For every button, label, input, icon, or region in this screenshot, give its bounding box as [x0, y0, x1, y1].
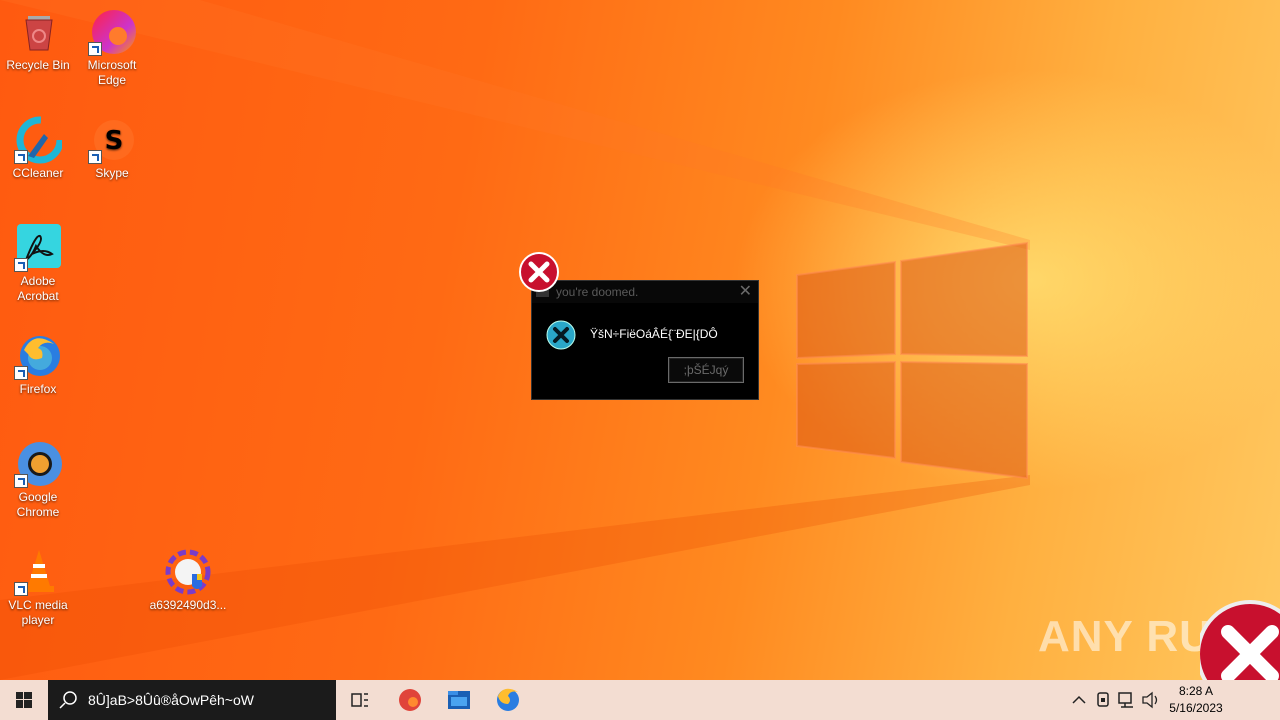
volume-icon [1142, 691, 1158, 709]
desktop-icon-malware-file[interactable]: a6392490d3... [148, 548, 228, 613]
desktop-icon-label: a6392490d3... [149, 598, 227, 612]
desktop-icon-label: CCleaner [12, 166, 64, 180]
desktop-icon-adobe-acrobat[interactable]: Adobe Acrobat [0, 224, 76, 304]
task-view-button[interactable] [336, 680, 384, 720]
recycle-bin-icon [14, 8, 62, 56]
system-clock[interactable]: 8:28 A 5/16/2023 [1166, 683, 1226, 717]
network-icon [1118, 692, 1133, 708]
tray-device-button[interactable] [1092, 680, 1114, 720]
desktop-icon-recycle-bin[interactable]: Recycle Bin [0, 8, 76, 73]
edge-icon [399, 689, 421, 711]
error-icon [546, 320, 576, 350]
shortcut-arrow-icon [14, 258, 28, 272]
desktop-icon-firefox[interactable]: Firefox [0, 332, 76, 397]
desktop-icon-label: Firefox [19, 382, 57, 396]
dialog-ok-button[interactable]: ;þŠÉJqý [668, 357, 744, 383]
acrobat-icon [14, 224, 62, 272]
clock-date: 5/16/2023 [1169, 701, 1223, 715]
clock-time: 8:28 A [1178, 684, 1214, 698]
desktop-icon-label: Adobe Acrobat [17, 274, 59, 303]
shortcut-arrow-icon [14, 150, 28, 164]
dialog-title: you're doomed. [556, 285, 639, 299]
shortcut-arrow-icon [88, 42, 102, 56]
file-explorer-icon [448, 691, 470, 709]
search-icon [59, 691, 77, 709]
taskbar-search-box[interactable]: 8Û]aB>8Ûû®åOwPêh~oW [48, 680, 336, 720]
desktop-icon-skype[interactable]: S Skype [74, 116, 150, 181]
shortcut-arrow-icon [14, 366, 28, 380]
search-text: 8Û]aB>8Ûû®åOwPêh~oW [88, 692, 254, 708]
skype-icon: S [88, 116, 136, 164]
windows-logo-icon [16, 692, 32, 708]
tray-network-button[interactable] [1116, 680, 1138, 720]
desktop-icon-label: VLC media player [8, 598, 68, 627]
firefox-icon [14, 332, 62, 380]
desktop-icon-google-chrome[interactable]: Google Chrome [0, 440, 76, 520]
show-hidden-icons-button[interactable] [1068, 680, 1090, 720]
edge-icon [88, 8, 136, 56]
desktop-icon-label: Microsoft Edge [87, 58, 137, 87]
vlc-icon [14, 548, 62, 596]
task-view-icon [351, 693, 368, 707]
chrome-icon [14, 440, 62, 488]
error-dialog: you're doomed. ✕ ŸšN÷FiëOáÂÉ{¨ÐE|{DÔ ;þŠ… [531, 280, 759, 400]
tray-volume-button[interactable] [1140, 680, 1162, 720]
error-icon [519, 252, 559, 292]
start-button[interactable] [0, 680, 48, 720]
taskbar: 8Û]aB>8Ûû®åOwPêh~oW 8:28 A 5/16/2023 [0, 680, 1280, 720]
taskbar-edge-button[interactable] [386, 680, 434, 720]
dialog-message: ŸšN÷FiëOáÂÉ{¨ÐE|{DÔ [590, 327, 718, 341]
ccleaner-icon [14, 116, 64, 164]
desktop-icon-label: Recycle Bin [6, 58, 70, 72]
dialog-titlebar[interactable]: you're doomed. ✕ [532, 281, 758, 303]
shortcut-arrow-icon [14, 582, 28, 596]
windows-logo-wallpaper [796, 241, 1028, 480]
error-icon [1200, 600, 1280, 680]
chevron-up-icon [1072, 695, 1086, 704]
taskbar-file-explorer-button[interactable] [435, 680, 483, 720]
desktop: Recycle Bin Microsoft Edge CCleaner S Sk… [0, 0, 1280, 680]
desktop-icon-microsoft-edge[interactable]: Microsoft Edge [74, 8, 150, 88]
usb-device-icon [1097, 692, 1109, 707]
close-icon[interactable]: ✕ [739, 281, 752, 303]
desktop-icon-ccleaner[interactable]: CCleaner [0, 116, 76, 181]
shortcut-arrow-icon [14, 474, 28, 488]
shortcut-arrow-icon [88, 150, 102, 164]
desktop-icon-label: Google Chrome [16, 490, 60, 519]
firefox-icon [497, 688, 519, 711]
desktop-icon-label: Skype [95, 166, 129, 180]
executable-shield-icon [164, 548, 212, 596]
taskbar-firefox-button[interactable] [484, 680, 532, 720]
desktop-icon-vlc[interactable]: VLC media player [0, 548, 76, 628]
svg-text:S: S [105, 126, 124, 156]
